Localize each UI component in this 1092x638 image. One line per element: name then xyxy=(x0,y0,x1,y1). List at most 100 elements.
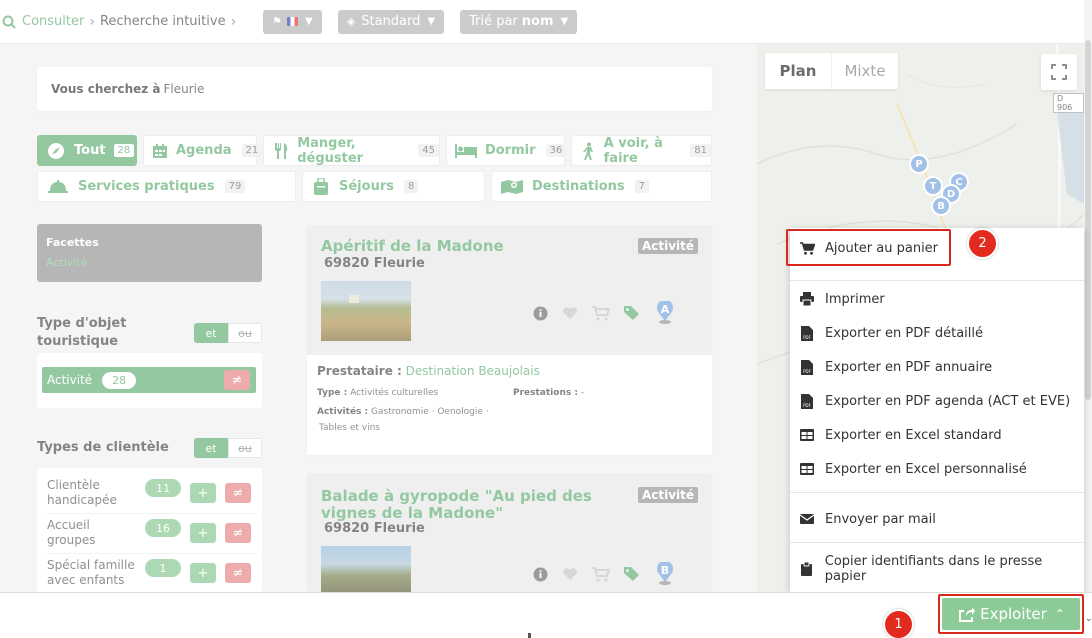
clipboard-icon xyxy=(799,562,815,576)
info-icon[interactable] xyxy=(533,567,548,582)
cart-icon[interactable] xyxy=(592,566,610,582)
menu-item-label: Copier identifiants dans le presse papie… xyxy=(824,554,1043,584)
heart-icon[interactable] xyxy=(562,567,578,581)
sort-select[interactable]: Trié par nom ▼ xyxy=(460,9,578,34)
result-city: 69820 Fleurie xyxy=(324,521,425,536)
tab-destinations[interactable]: Destinations 7 xyxy=(491,171,712,202)
facet-label: Activité xyxy=(47,373,93,387)
menu-item-pdf-detail[interactable]: PDF Exporter en PDF détaillé xyxy=(790,316,1084,350)
result-actions: A xyxy=(533,301,689,325)
facet-count: 11 xyxy=(145,479,181,497)
result-photo[interactable] xyxy=(321,281,411,341)
exclude-button[interactable]: ≠ xyxy=(225,523,251,543)
tab-dormir[interactable]: Dormir 36 xyxy=(446,135,567,166)
table-icon xyxy=(799,463,815,475)
tags-icon[interactable] xyxy=(624,566,641,582)
calendar-icon xyxy=(152,142,168,160)
map-mixte-option[interactable]: Mixte xyxy=(832,53,898,89)
page-scrollbar[interactable] xyxy=(1084,0,1092,592)
exclude-button[interactable]: ≠ xyxy=(224,370,250,390)
bottom-bar xyxy=(0,592,1092,638)
tab-manger[interactable]: Manger, déguster 45 xyxy=(263,135,440,166)
breadcrumb-consulter[interactable]: Consulter xyxy=(22,14,84,29)
map-type-toggle[interactable]: Plan Mixte xyxy=(765,53,898,89)
include-button[interactable]: + xyxy=(190,483,216,503)
map-pin-cluster[interactable]: P C T D B xyxy=(907,152,977,222)
tab-count: 8 xyxy=(403,180,419,193)
prestataire-link[interactable]: Destination Beaujolais xyxy=(406,364,540,378)
facet-clientele-title: Types de clientèle xyxy=(37,440,169,455)
menu-divider xyxy=(790,492,1084,493)
chevron-down-small-icon: ⌄ xyxy=(1085,614,1092,624)
map-plan-option[interactable]: Plan xyxy=(765,53,832,89)
menu-item-send-mail[interactable]: Envoyer par mail xyxy=(790,502,1084,536)
flag-icon: ⚑ xyxy=(272,15,283,28)
tab-count: 79 xyxy=(224,180,246,193)
map-icon xyxy=(500,178,524,196)
map-marker-icon[interactable]: A xyxy=(655,301,675,325)
type-and-or-toggle[interactable]: et ou xyxy=(194,323,262,343)
menu-item-excel-standard[interactable]: Exporter en Excel standard xyxy=(790,418,1084,452)
envelope-icon xyxy=(799,514,815,524)
heart-icon[interactable] xyxy=(562,306,578,320)
result-photo[interactable] xyxy=(321,546,411,592)
menu-item-pdf-agenda[interactable]: PDF Exporter en PDF agenda (ACT et EVE) xyxy=(790,384,1084,418)
result-title[interactable]: Balade à gyropode "Au pied des vignes de… xyxy=(321,488,636,522)
menu-item-copy-ids[interactable]: Copier identifiants dans le presse papie… xyxy=(790,552,1084,586)
menu-item-print[interactable]: Imprimer xyxy=(790,282,1084,316)
activites-line: Activités : Gastronomie · Oenologie · xyxy=(317,407,489,417)
or-option[interactable]: ou xyxy=(228,438,262,458)
result-header: Balade à gyropode "Au pied des vignes de… xyxy=(307,473,712,592)
tab-a-voir[interactable]: A voir, à faire 81 xyxy=(571,135,712,166)
tags-icon[interactable] xyxy=(624,305,641,321)
facet-clientele-row: Spécial famille avec enfants 1 + ≠ xyxy=(47,557,257,589)
map-marker-icon[interactable]: B xyxy=(655,562,675,586)
result-title[interactable]: Apéritif de la Madone xyxy=(321,238,504,255)
tab-services[interactable]: Services pratiques 79 xyxy=(37,171,296,202)
activites-line-2: Tables et vins xyxy=(319,423,380,433)
facet-activite-row[interactable]: Activité 28 ≠ xyxy=(42,367,256,393)
map-pin-t[interactable]: T xyxy=(923,176,943,196)
map-pin-b[interactable]: B xyxy=(931,196,951,216)
scrollbar-thumb[interactable] xyxy=(1085,40,1091,400)
facet-label: Spécial famille avec enfants xyxy=(47,558,135,587)
exclude-button[interactable]: ≠ xyxy=(225,563,251,583)
svg-text:PDF: PDF xyxy=(803,335,811,340)
tab-agenda[interactable]: Agenda 21 xyxy=(143,135,263,166)
and-option[interactable]: et xyxy=(194,323,228,343)
cart-icon[interactable] xyxy=(592,305,610,321)
map-pin-p[interactable]: P xyxy=(909,154,929,174)
menu-item-excel-custom[interactable]: Exporter en Excel personnalisé xyxy=(790,452,1084,486)
result-card[interactable]: Apéritif de la Madone 69820 Fleurie Acti… xyxy=(307,225,712,455)
tab-label: Agenda xyxy=(176,143,232,158)
tab-label: Tout xyxy=(74,143,106,158)
language-select[interactable]: ⚑ ▼ xyxy=(263,9,322,34)
fullscreen-icon[interactable] xyxy=(1041,54,1077,90)
tab-count: 36 xyxy=(545,144,567,157)
tab-label: Services pratiques xyxy=(78,179,215,194)
chapel-shape xyxy=(349,295,359,303)
result-city: 69820 Fleurie xyxy=(324,256,425,271)
result-card[interactable]: Balade à gyropode "Au pied des vignes de… xyxy=(307,473,712,592)
and-option[interactable]: et xyxy=(194,438,228,458)
tab-sejours[interactable]: Séjours 8 xyxy=(302,171,485,202)
sort-value: nom xyxy=(521,14,554,29)
display-mode-select[interactable]: ◈ Standard ▼ xyxy=(337,9,445,34)
menu-item-pdf-annuaire[interactable]: PDF Exporter en PDF annuaire xyxy=(790,350,1084,384)
table-icon xyxy=(799,429,815,441)
exclude-button[interactable]: ≠ xyxy=(225,483,251,503)
printer-icon xyxy=(799,292,815,306)
marker-letter: B xyxy=(660,564,670,577)
tab-count: 45 xyxy=(418,144,439,157)
search-icon[interactable] xyxy=(2,15,16,29)
info-icon[interactable] xyxy=(533,306,548,321)
bottom-handle xyxy=(528,633,531,638)
french-flag-icon xyxy=(287,17,299,26)
tab-tout[interactable]: Tout 28 xyxy=(37,135,137,166)
include-button[interactable]: + xyxy=(190,563,216,583)
or-option[interactable]: ou xyxy=(228,323,262,343)
facet-clientele-row: Clientèle handicapée 11 + ≠ xyxy=(47,477,257,509)
include-button[interactable]: + xyxy=(190,523,216,543)
clientele-and-or-toggle[interactable]: et ou xyxy=(194,438,262,458)
compass-icon xyxy=(46,142,66,160)
